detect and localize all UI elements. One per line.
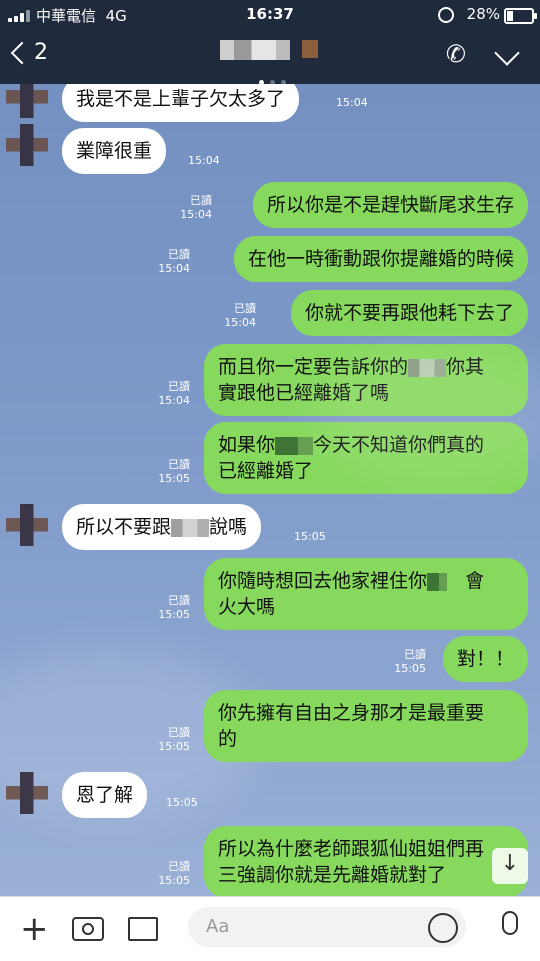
avatar[interactable] xyxy=(6,124,48,166)
unread-count: 2 xyxy=(34,40,48,65)
microphone-icon[interactable] xyxy=(502,911,518,935)
message-time: 15:04 xyxy=(188,154,220,167)
phone-icon[interactable]: ✆ xyxy=(446,40,466,68)
read-receipt: 已讀 15:05 xyxy=(394,648,426,675)
read-receipt: 已讀 15:05 xyxy=(158,458,190,485)
message-bubble[interactable]: 恩了解 xyxy=(62,772,148,818)
message-bubble[interactable]: 所以為什麼老師跟狐仙姐姐們再 三強調你就是先離婚就對了 xyxy=(204,826,528,896)
message-bubble[interactable]: 所以你是不是趕快斷尾求生存 xyxy=(252,182,528,228)
chevron-down-icon[interactable] xyxy=(494,40,520,66)
message-bubble[interactable]: 所以不要跟 說嗎 xyxy=(62,504,262,550)
battery-icon xyxy=(504,8,537,24)
message-bubble[interactable]: 你就不要再跟他耗下去了 xyxy=(290,290,528,336)
message-bubble[interactable]: 對！！ xyxy=(442,636,528,682)
message-bubble[interactable]: 業障很重 xyxy=(62,128,167,174)
read-receipt: 已讀 15:05 xyxy=(158,594,190,621)
message-bubble[interactable]: 如果你 今天不知道你們真的 已經離婚了 xyxy=(204,422,528,494)
read-receipt: 已讀 15:05 xyxy=(158,726,190,753)
avatar[interactable] xyxy=(6,504,48,546)
avatar[interactable] xyxy=(6,772,48,814)
plus-icon[interactable]: + xyxy=(20,912,49,946)
read-receipt: 已讀 15:05 xyxy=(158,860,190,887)
read-receipt: 已讀 15:04 xyxy=(158,248,190,275)
chevron-left-icon xyxy=(10,41,34,65)
redacted-text xyxy=(408,358,447,377)
rotation-lock-icon xyxy=(438,7,454,23)
scroll-to-bottom-button[interactable] xyxy=(492,848,528,884)
chat-header: 2 ✆ xyxy=(0,30,540,85)
image-icon[interactable] xyxy=(128,917,158,941)
clock: 16:37 xyxy=(246,5,294,23)
redacted-text xyxy=(171,518,210,537)
redacted-text xyxy=(275,436,314,455)
read-receipt: 已讀 15:04 xyxy=(158,380,190,407)
message-bubble[interactable]: 而且你一定要告訴你的 你其 實跟他已經離婚了嗎 xyxy=(204,344,528,416)
back-button[interactable]: 2 xyxy=(10,40,48,65)
redacted-text xyxy=(427,572,448,591)
status-bar: 中華電信 4G 16:37 28% xyxy=(0,0,540,30)
message-time: 15:05 xyxy=(294,530,326,543)
battery-percent: 28% xyxy=(466,5,500,23)
message-bubble[interactable]: 在他一時衝動跟你提離婚的時候 xyxy=(233,236,528,282)
chat-area[interactable]: 我是不是上輩子欠太多了 15:04 業障很重 15:04 已讀 15:04 所以你… xyxy=(0,84,540,896)
read-receipt: 已讀 15:04 xyxy=(224,302,256,329)
read-receipt: 已讀 15:04 xyxy=(180,194,212,221)
contact-avatar-small xyxy=(302,40,318,58)
contact-name-redacted[interactable] xyxy=(220,40,290,60)
avatar[interactable] xyxy=(6,84,48,118)
message-bubble[interactable]: 你隨時想回去他家裡住你 會火大嗎 xyxy=(204,558,528,630)
message-time: 15:05 xyxy=(166,796,198,809)
message-bubble[interactable]: 我是不是上輩子欠太多了 xyxy=(62,84,300,122)
camera-icon[interactable] xyxy=(72,917,104,941)
message-input[interactable]: Aa xyxy=(188,907,466,947)
input-bar: + Aa xyxy=(0,896,540,961)
message-bubble[interactable]: 你先擁有自由之身那才是最重要的 xyxy=(204,690,528,762)
emoji-icon[interactable] xyxy=(428,913,458,943)
message-time: 15:04 xyxy=(336,96,368,109)
